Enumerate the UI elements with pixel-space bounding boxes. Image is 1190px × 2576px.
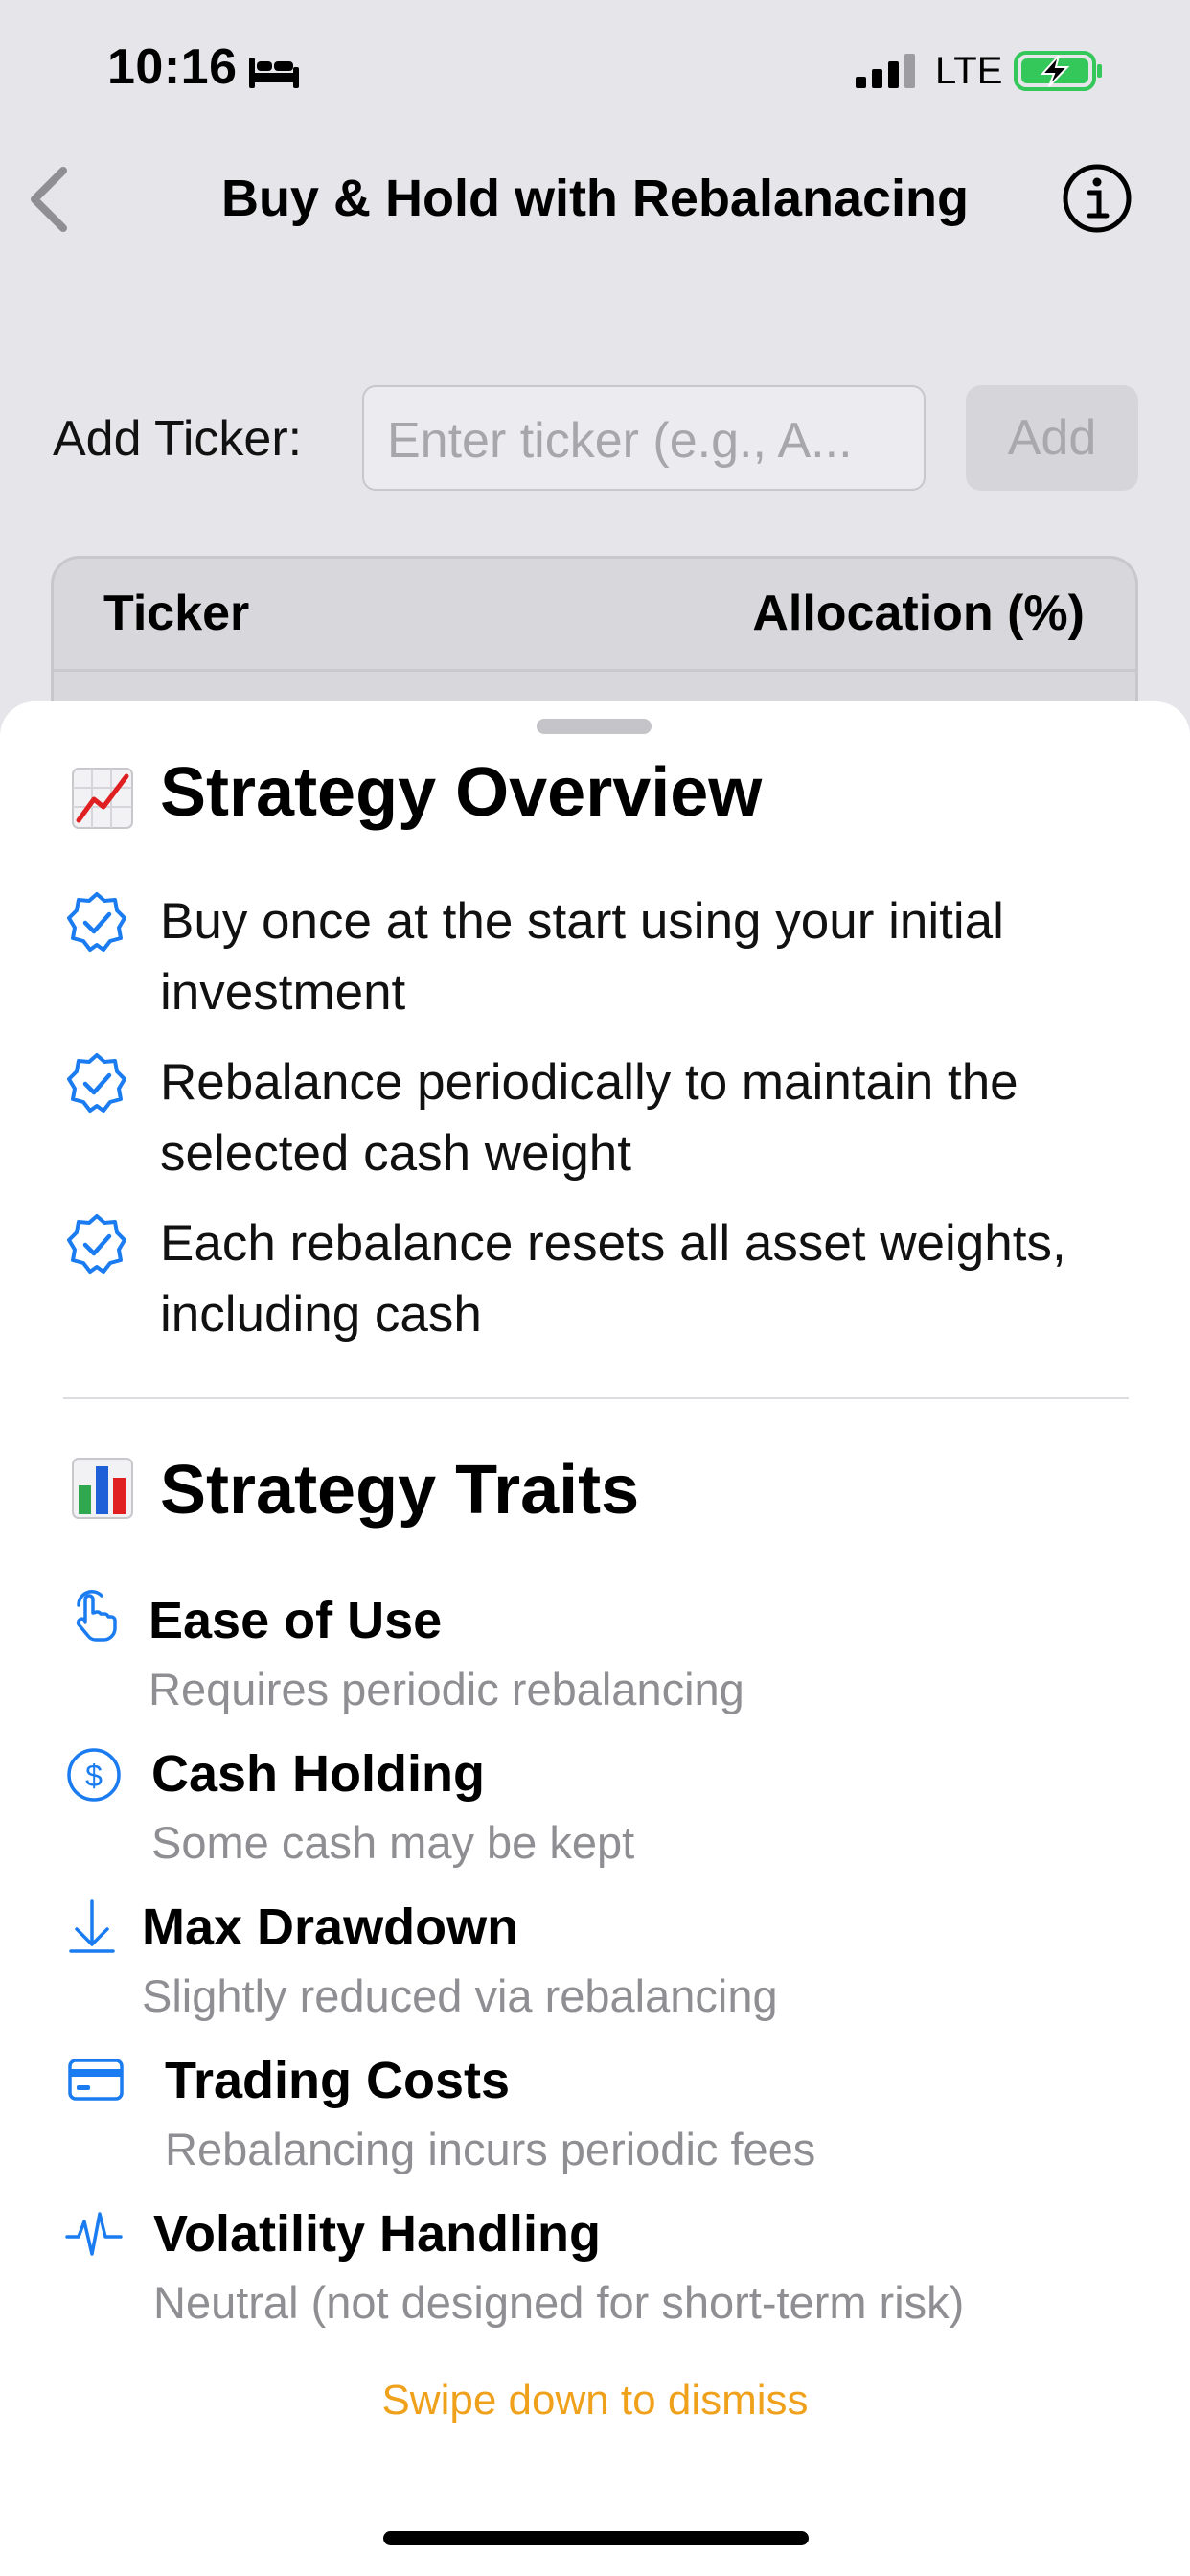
waveform-icon (65, 2212, 123, 2256)
checkmark-seal-icon (67, 892, 126, 952)
dollar-circle-icon: $ (67, 1748, 121, 1802)
trait-desc-max-drawdown: Slightly reduced via rebalancing (142, 1970, 778, 2021)
section-divider (63, 1397, 1129, 1399)
arrow-down-icon (69, 1899, 115, 1953)
bar-chart-emoji-icon (72, 1458, 133, 1519)
overview-bullet-2: Rebalance periodically to maintain the s… (160, 1054, 1018, 1182)
chart-increasing-emoji-icon (72, 768, 133, 829)
table-divider (54, 669, 1135, 672)
cellular-signal-icon (856, 54, 915, 88)
hand-tap-icon (76, 1590, 117, 1642)
network-type: LTE (935, 50, 1003, 92)
trait-title-volatility-handling: Volatility Handling (153, 2205, 602, 2263)
ticker-input[interactable]: Enter ticker (e.g., A... (362, 385, 926, 491)
trait-desc-trading-costs: Rebalancing incurs periodic fees (165, 2124, 816, 2174)
trait-title-max-drawdown: Max Drawdown (142, 1898, 519, 1956)
overview-bullet-1: Buy once at the start using your initial… (160, 893, 1004, 1021)
swipe-dismiss-hint: Swipe down to dismiss (381, 2377, 809, 2424)
battery-charging-icon (1014, 51, 1102, 91)
checkmark-seal-icon (67, 1053, 126, 1113)
overview-bullet-3: Each rebalance resets all asset weights,… (160, 1215, 1066, 1343)
column-header-allocation: Allocation (%) (752, 586, 1085, 641)
credit-card-icon (68, 2058, 124, 2101)
sheet-grabber[interactable] (537, 719, 652, 734)
info-icon[interactable] (1062, 163, 1133, 234)
home-indicator[interactable] (383, 2531, 809, 2545)
trait-desc-ease-of-use: Requires periodic rebalancing (149, 1664, 744, 1714)
nav-title: Buy & Hold with Rebalanacing (220, 170, 970, 227)
bed-icon (249, 58, 299, 88)
traits-title: Strategy Traits (160, 1452, 640, 1529)
add-ticker-label: Add Ticker: (53, 411, 303, 467)
trait-desc-cash-holding: Some cash may be kept (151, 1817, 635, 1868)
status-time: 10:16 (107, 39, 238, 95)
trait-desc-volatility-handling: Neutral (not designed for short-term ris… (153, 2277, 965, 2328)
add-ticker-button[interactable]: Add (966, 385, 1138, 491)
svg-text:$: $ (85, 1759, 103, 1793)
trait-title-ease-of-use: Ease of Use (149, 1592, 443, 1649)
overview-title: Strategy Overview (160, 754, 763, 831)
checkmark-seal-icon (67, 1214, 126, 1274)
trait-title-trading-costs: Trading Costs (165, 2052, 511, 2109)
trait-title-cash-holding: Cash Holding (151, 1745, 485, 1803)
